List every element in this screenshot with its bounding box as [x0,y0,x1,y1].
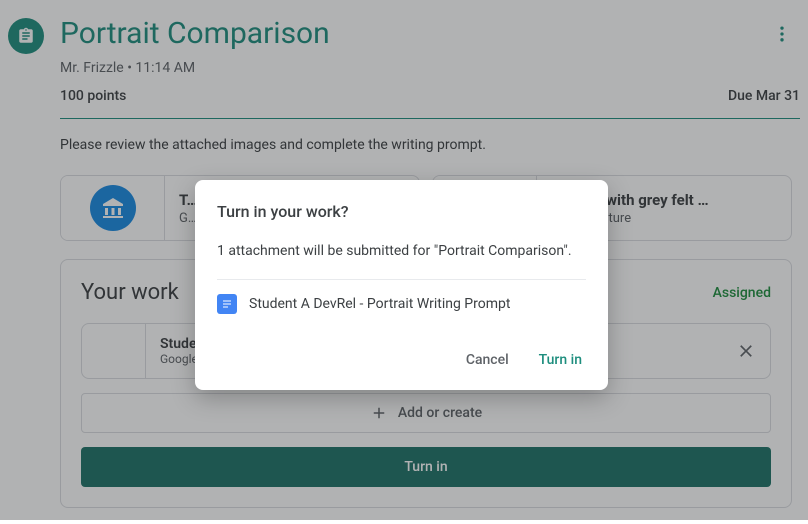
dialog-attachment: Student A DevRel - Portrait Writing Prom… [217,294,586,314]
dialog-attachment-name: Student A DevRel - Portrait Writing Prom… [249,296,510,312]
confirm-turn-in-button[interactable]: Turn in [535,346,586,374]
google-docs-icon [217,294,237,314]
turn-in-dialog: Turn in your work? 1 attachment will be … [195,180,608,390]
dialog-title: Turn in your work? [217,202,586,221]
divider [217,279,586,280]
dialog-body: 1 attachment will be submitted for "Port… [217,243,586,259]
cancel-button[interactable]: Cancel [462,346,513,374]
